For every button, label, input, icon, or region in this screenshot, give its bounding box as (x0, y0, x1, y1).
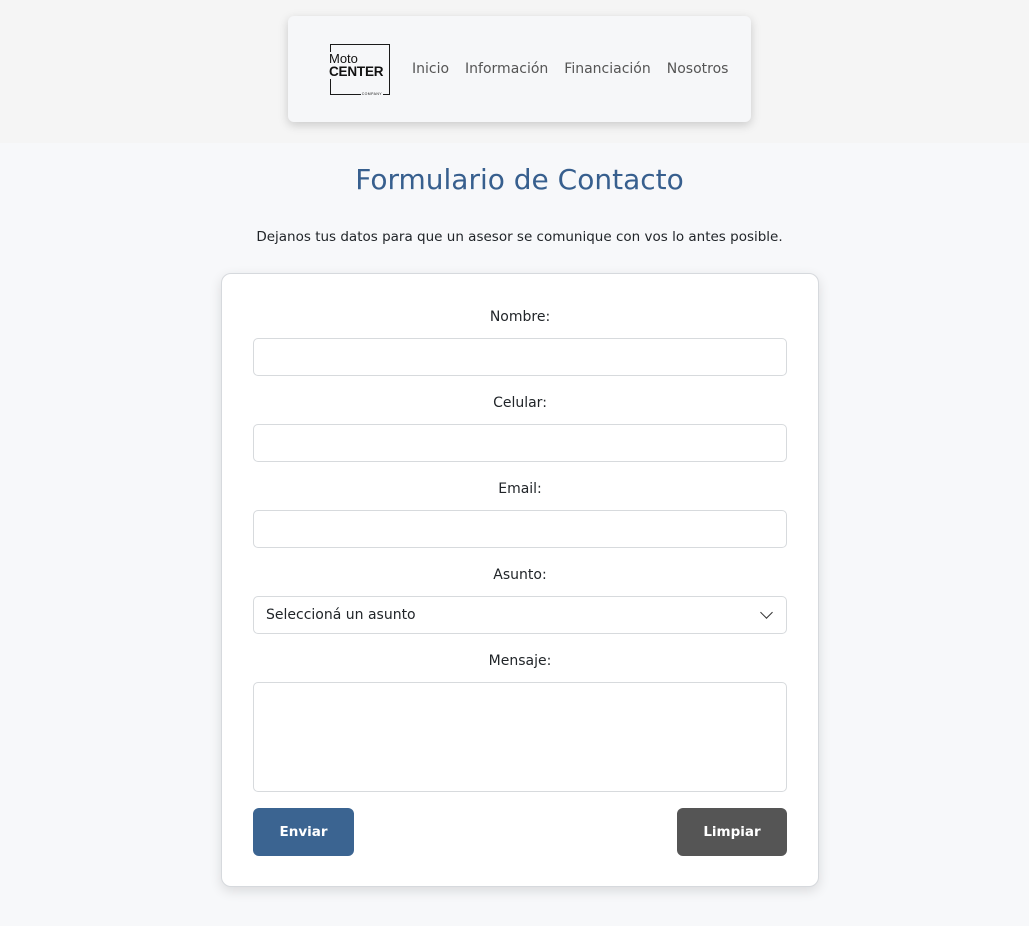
contact-form: Nombre: Celular: Email: Asunto: Seleccio… (221, 273, 819, 887)
message-textarea[interactable] (253, 682, 787, 792)
send-button[interactable]: Enviar (253, 808, 354, 856)
moto-center-logo[interactable]: Moto CENTER COMPANY (329, 43, 390, 97)
clear-button[interactable]: Limpiar (677, 808, 787, 856)
nav-link-financiacion[interactable]: Financiación (564, 61, 650, 77)
chevron-down-icon (760, 606, 773, 619)
logo-text-company: COMPANY (360, 91, 383, 97)
navbar: Moto CENTER COMPANY Inicio Información F… (288, 16, 751, 122)
phone-label: Celular: (493, 395, 547, 411)
nav-link-nosotros[interactable]: Nosotros (667, 61, 729, 77)
name-input[interactable] (253, 338, 787, 376)
nav-link-inicio[interactable]: Inicio (412, 61, 449, 77)
nav-links: Inicio Información Financiación Nosotros (412, 61, 744, 77)
email-input[interactable] (253, 510, 787, 548)
logo-text-center: CENTER (329, 63, 385, 79)
phone-input[interactable] (253, 424, 787, 462)
subject-select-value: Seleccioná un asunto (266, 607, 416, 623)
page-title: Formulario de Contacto (355, 163, 684, 196)
message-label: Mensaje: (488, 653, 552, 669)
name-label: Nombre: (489, 309, 551, 325)
email-label: Email: (498, 481, 542, 497)
logo-text-moto: Moto (329, 50, 359, 66)
page-subtitle: Dejanos tus datos para que un asesor se … (256, 229, 783, 245)
nav-link-informacion[interactable]: Información (465, 61, 548, 77)
subject-label: Asunto: (493, 567, 547, 583)
subject-select[interactable]: Seleccioná un asunto (253, 596, 787, 634)
